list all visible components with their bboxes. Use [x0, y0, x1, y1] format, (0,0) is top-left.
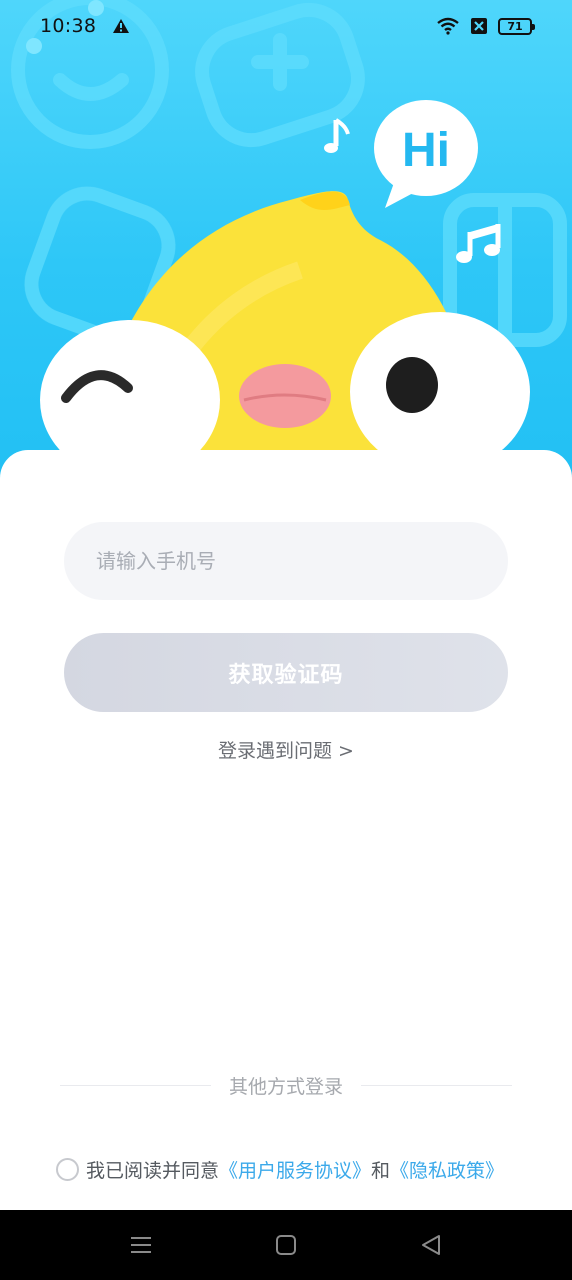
terms-of-service-link[interactable]: 《用户服务协议》: [219, 1156, 371, 1183]
hi-bubble: Hi: [374, 100, 478, 208]
login-card: 获取验证码 登录遇到问题 > 其他方式登录 我已阅读并同意 《用户服务协议》 和…: [0, 450, 572, 1210]
other-login-label: 其他方式登录: [229, 1075, 344, 1098]
navigation-bar: [0, 1210, 572, 1280]
status-icons: 71: [436, 17, 535, 35]
music-note-icon: [324, 118, 350, 153]
svg-text:Hi: Hi: [402, 124, 450, 177]
privacy-policy-link[interactable]: 《隐私政策》: [390, 1156, 504, 1183]
agreement-conjunction: 和: [371, 1159, 391, 1182]
status-time: 10:38: [40, 15, 97, 37]
no-sim-icon: [471, 18, 487, 34]
agreement-checkbox[interactable]: [56, 1157, 79, 1181]
login-help-link[interactable]: 登录遇到问题 >: [0, 736, 572, 763]
back-icon[interactable]: [420, 1234, 442, 1256]
phone-number-input[interactable]: [64, 522, 508, 600]
hero-banner: Hi 10:38 71: [0, 0, 572, 480]
warning-icon: [113, 19, 130, 33]
hero-illustration: Hi: [11, 0, 567, 480]
wifi-icon: [437, 17, 459, 35]
status-bar: 10:38 71: [0, 0, 572, 52]
music-notes-icon: [456, 224, 501, 263]
home-icon[interactable]: [275, 1234, 297, 1256]
menu-icon[interactable]: [130, 1235, 152, 1255]
divider-line: [60, 1084, 211, 1086]
divider-line: [361, 1084, 513, 1086]
get-verification-code-button[interactable]: 获取验证码: [64, 633, 508, 712]
other-login-divider: 其他方式登录: [60, 1070, 513, 1100]
mascot-right-eye: [350, 312, 530, 472]
agreement-row: 我已阅读并同意 《用户服务协议》 和 《隐私政策》: [56, 1154, 504, 1184]
agreement-prefix: 我已阅读并同意: [86, 1159, 220, 1182]
battery-icon: 71: [498, 17, 535, 35]
